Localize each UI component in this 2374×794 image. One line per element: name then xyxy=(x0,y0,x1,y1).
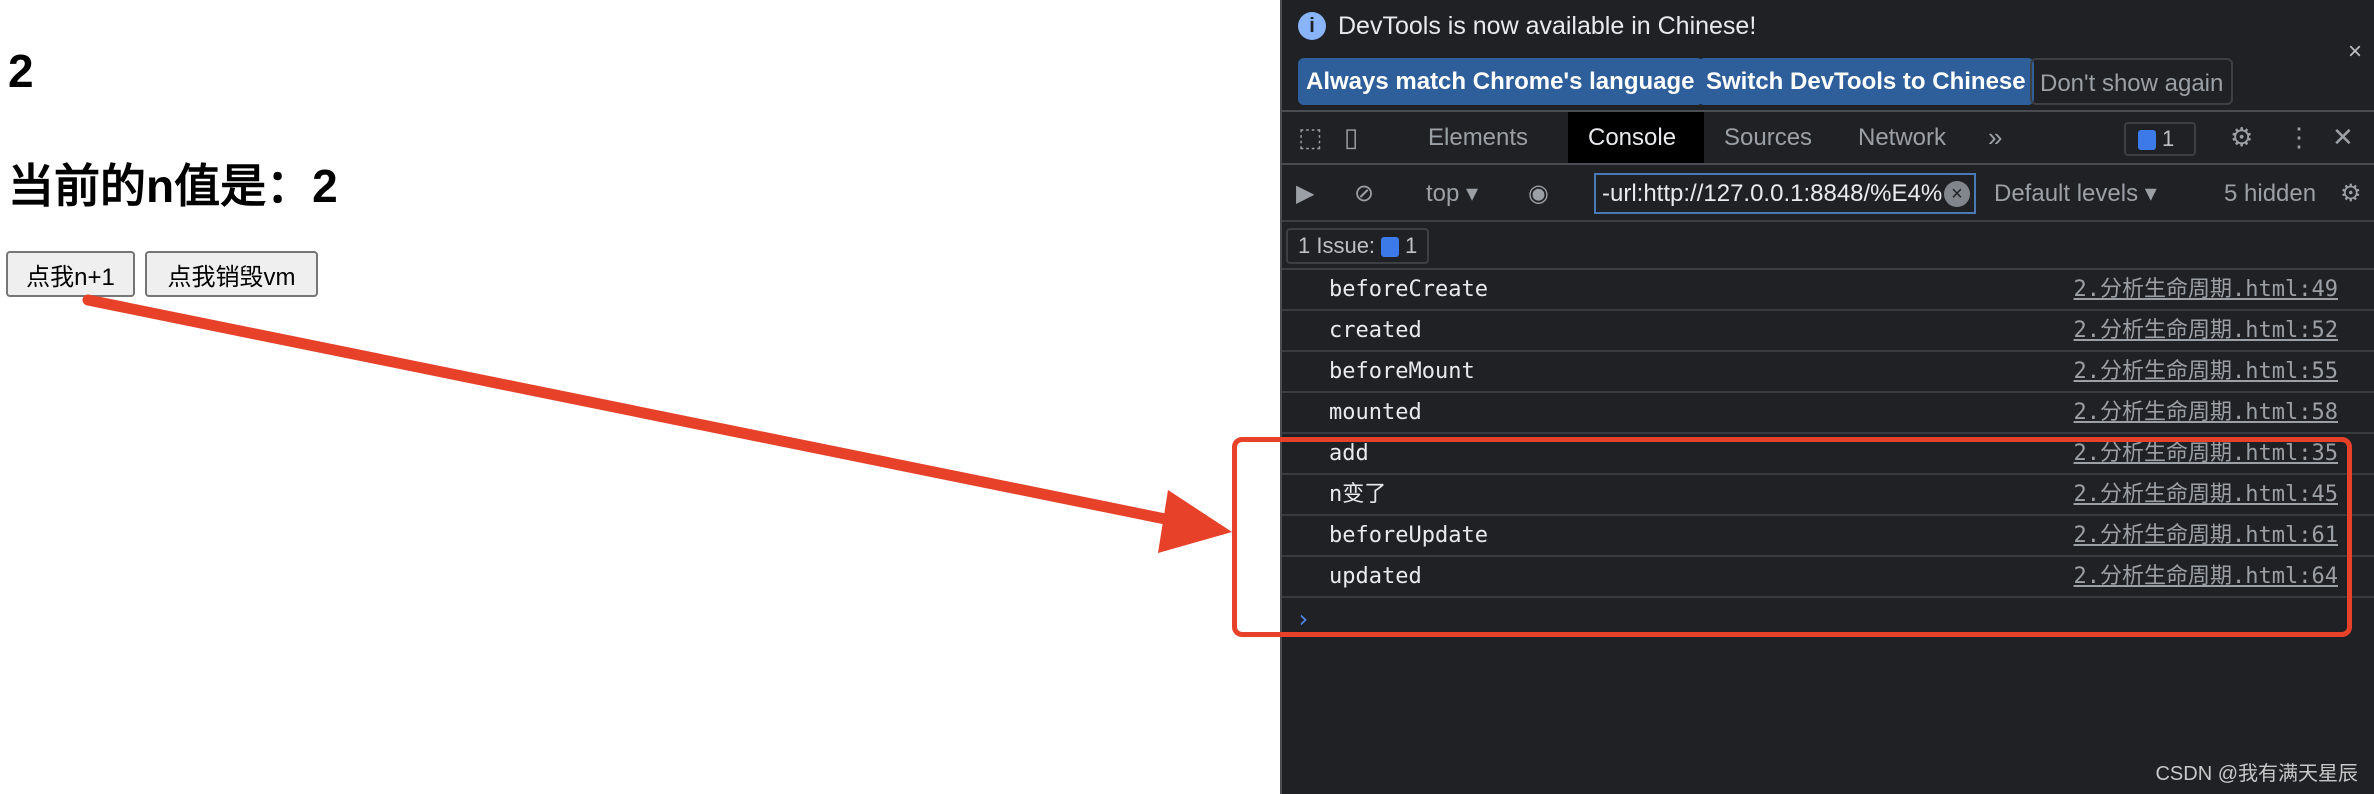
annotation-arrow xyxy=(82,294,1232,553)
